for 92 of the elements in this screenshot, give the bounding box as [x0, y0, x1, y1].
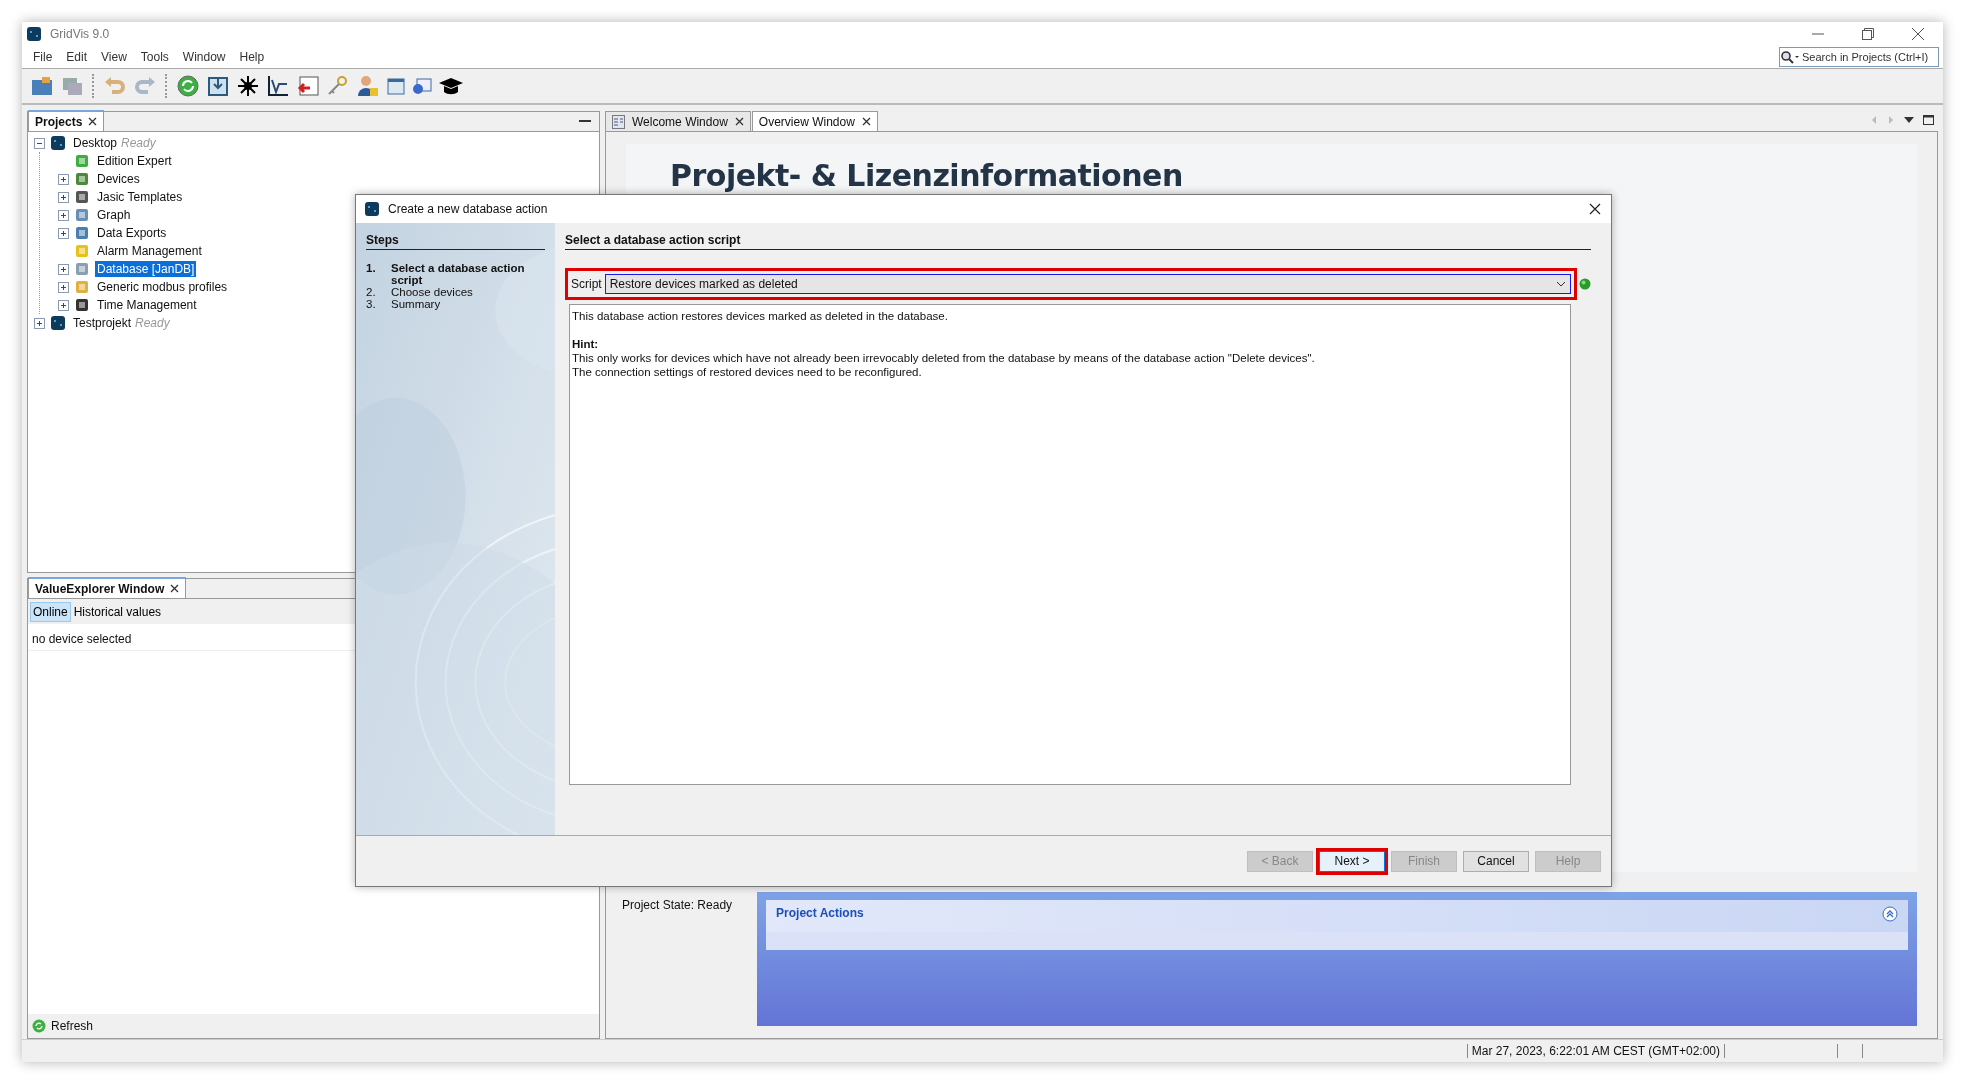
item-icon	[74, 153, 90, 169]
open-folder-icon[interactable]	[30, 74, 54, 98]
document-icon	[612, 114, 625, 129]
menu-item[interactable]: Help	[232, 50, 272, 64]
project-icon	[26, 26, 42, 42]
minimize-icon[interactable]	[579, 119, 591, 123]
status-datetime: Mar 27, 2023, 6:22:01 AM CEST (GMT+02:00)	[1466, 1044, 1725, 1058]
editor-tab[interactable]: Overview Window	[751, 111, 878, 131]
empty-message: no device selected	[32, 632, 132, 646]
tree-item[interactable]: Alarm Management	[95, 243, 204, 259]
status-text: Ready	[121, 136, 156, 150]
item-icon	[74, 279, 90, 295]
close-icon[interactable]	[861, 117, 871, 126]
item-icon	[74, 189, 90, 205]
refresh-link[interactable]: Refresh	[51, 1019, 94, 1033]
steps-heading: Steps	[366, 233, 545, 250]
wizard-step: 2. Choose devices	[366, 286, 545, 298]
expand-icon[interactable]	[58, 281, 69, 293]
collapse-icon[interactable]	[34, 137, 45, 149]
maximize-icon[interactable]	[1923, 115, 1934, 125]
tree-item[interactable]: Jasic Templates	[95, 189, 185, 205]
page-heading: Projekt- & Lizenzinformationen	[670, 158, 1184, 193]
wizard-step: 1. Select a database action script	[366, 262, 545, 286]
status-text: Ready	[135, 316, 170, 330]
tree-item[interactable]: Edition Expert	[95, 153, 174, 169]
item-icon	[74, 225, 90, 241]
tree-item[interactable]: Desktop	[71, 135, 120, 151]
expand-icon[interactable]	[58, 191, 69, 203]
wizard-step: 3. Summary	[366, 298, 545, 310]
section-heading: Select a database action script	[565, 233, 1591, 250]
hint-text: This only works for devices which have not already been irrevocably deleted from the database by means of the database action "Delete devices".	[572, 351, 1316, 365]
dialog-title: Create a new database action	[388, 202, 548, 216]
item-icon	[74, 171, 90, 187]
search-icon	[1780, 50, 1800, 64]
menu-item[interactable]: Window	[175, 50, 233, 64]
import-icon[interactable]	[296, 74, 320, 98]
download-icon[interactable]	[206, 74, 230, 98]
refresh-icon[interactable]	[32, 1019, 46, 1033]
item-icon	[74, 297, 90, 313]
project-icon	[50, 135, 66, 151]
chevron-down-icon	[1556, 281, 1566, 287]
menu-item[interactable]: Edit	[59, 50, 95, 64]
menu-item[interactable]: File	[26, 50, 60, 64]
item-icon	[74, 243, 90, 259]
project-icon	[364, 201, 380, 217]
panel-tab[interactable]: Projects	[28, 110, 105, 131]
menu-item[interactable]: Tools	[133, 50, 176, 64]
section-title: Project Actions	[776, 906, 864, 920]
field-label: Script	[571, 277, 602, 291]
close-icon[interactable]	[88, 117, 98, 126]
search-field[interactable]: Search in Projects (Ctrl+I)	[1779, 47, 1939, 67]
sync-icon[interactable]	[176, 74, 200, 98]
close-icon[interactable]	[170, 584, 180, 593]
project-icon	[50, 315, 66, 331]
collapse-icon[interactable]	[1882, 906, 1898, 922]
expand-icon[interactable]	[34, 317, 45, 329]
tree-item[interactable]: Generic modbus profiles	[95, 279, 230, 295]
description-text: This database action restores devices marked as deleted in the database.	[572, 309, 949, 323]
item-icon	[74, 207, 90, 223]
expand-icon[interactable]	[58, 227, 69, 239]
hint-heading: Hint:	[572, 337, 600, 351]
mode-toggle[interactable]: Historical values	[70, 601, 165, 622]
expand-icon[interactable]	[58, 209, 69, 221]
tree-item[interactable]: Data Exports	[95, 225, 169, 241]
close-icon[interactable]	[1911, 27, 1925, 41]
dialog-button[interactable]: Cancel	[1463, 850, 1529, 872]
user-lock-icon[interactable]	[356, 74, 380, 98]
item-icon	[74, 261, 90, 277]
menu-item[interactable]: View	[94, 50, 134, 64]
close-icon[interactable]	[1589, 203, 1601, 215]
tree-item[interactable]: Time Management	[95, 297, 199, 313]
chart-icon[interactable]	[266, 74, 290, 98]
tree-item[interactable]: Testprojekt	[71, 315, 134, 331]
panel-tab[interactable]: ValueExplorer Window	[28, 577, 187, 598]
editor-tab[interactable]: Welcome Window	[605, 111, 751, 131]
tree-item[interactable]: Devices	[95, 171, 142, 187]
project-state: Project State: Ready	[622, 898, 733, 914]
restore-icon[interactable]	[1861, 27, 1875, 41]
tree-item[interactable]: Database [JanDB]	[95, 261, 197, 277]
expand-icon[interactable]	[58, 263, 69, 275]
expand-icon[interactable]	[58, 299, 69, 311]
expand-icon[interactable]	[58, 173, 69, 185]
dropdown-icon[interactable]	[1904, 115, 1914, 125]
window-title: GridVis 9.0	[50, 27, 110, 41]
mode-toggle[interactable]: Online	[30, 601, 71, 622]
hint-text: The connection settings of restored devices need to be reconfigured.	[572, 365, 923, 379]
tree-item[interactable]: Graph	[95, 207, 133, 223]
close-icon[interactable]	[734, 117, 744, 126]
script-dropdown[interactable]: Restore devices marked as deleted	[604, 274, 1571, 294]
status-ok-icon	[1579, 278, 1591, 290]
network-icon[interactable]	[236, 74, 260, 98]
dialog-button[interactable]: Next >	[1319, 850, 1385, 872]
